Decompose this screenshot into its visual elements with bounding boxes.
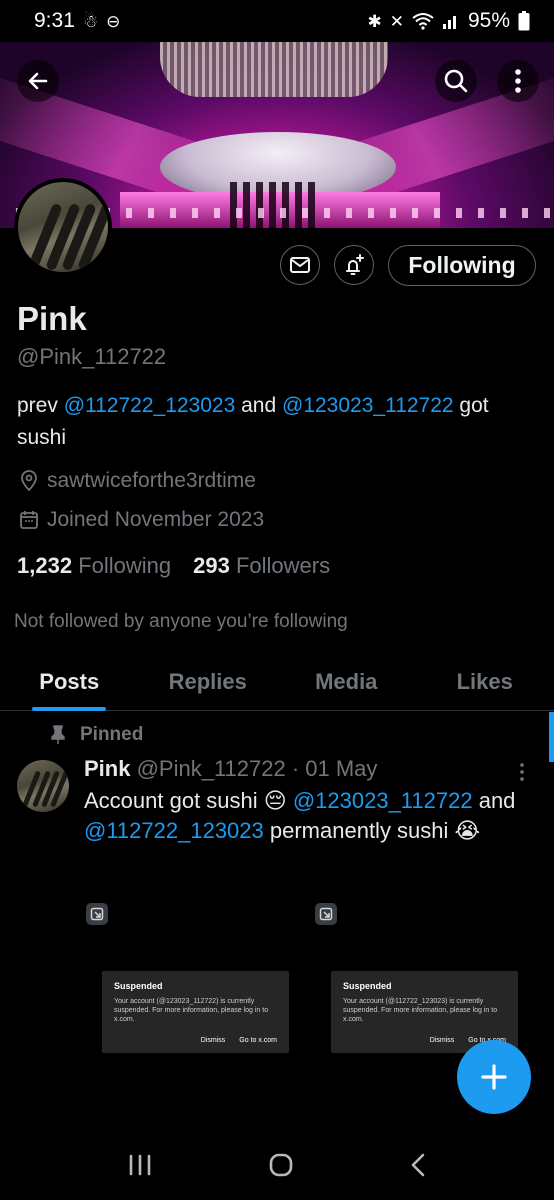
post-mention-link[interactable]: @112722_123023 xyxy=(84,818,264,843)
profile-name: Pink xyxy=(17,300,87,337)
following-button[interactable]: Following xyxy=(388,245,536,286)
external-image-icon xyxy=(90,907,104,921)
post-mention-link[interactable]: @123023_112722 xyxy=(293,788,473,813)
bio-mention-link[interactable]: @112722_123023 xyxy=(64,394,236,417)
tab-replies[interactable]: Replies xyxy=(139,653,278,710)
pinned-text: Pinned xyxy=(80,724,144,745)
battery-percent: 95% xyxy=(467,9,510,32)
more-vertical-icon xyxy=(520,763,524,781)
search-button[interactable] xyxy=(435,60,477,102)
joined-text: Joined November 2023 xyxy=(47,508,265,531)
card-title: Suspended xyxy=(114,981,163,991)
bell-plus-icon xyxy=(346,254,364,275)
status-left: 9:31 ☃ ⊖ xyxy=(34,9,120,33)
profile-location: sawtwiceforthe3rdtime xyxy=(19,469,256,493)
status-time: 9:31 xyxy=(34,9,75,32)
post-text-part: permanently sushi 😭 xyxy=(263,818,481,843)
following-label: Following xyxy=(78,553,172,578)
pin-icon xyxy=(51,725,65,744)
image-alt-icon[interactable] xyxy=(86,903,108,925)
status-bar: 9:31 ☃ ⊖ ✱ ✕ 95% xyxy=(0,0,554,42)
scrollbar[interactable] xyxy=(549,712,554,762)
card-body: Your account (@123023_112722) is current… xyxy=(114,998,269,1023)
tab-posts[interactable]: Posts xyxy=(0,653,139,710)
post-more-button[interactable] xyxy=(519,762,525,788)
tab-likes[interactable]: Likes xyxy=(416,653,554,710)
calendar-icon xyxy=(20,511,38,529)
post-image-suspended-card[interactable]: Suspended Your account (@123023_112722) … xyxy=(102,971,289,1053)
banner-performers xyxy=(230,182,320,228)
more-button[interactable] xyxy=(497,60,539,102)
profile-handle: @Pink_112722 xyxy=(17,344,167,369)
post-avatar[interactable] xyxy=(17,760,69,812)
dnd-icon: ⊖ xyxy=(106,11,121,31)
card-body: Your account (@112722_123023) is current… xyxy=(343,998,498,1023)
profile-tabs: Posts Replies Media Likes xyxy=(0,653,554,711)
dismiss-label: Dismiss xyxy=(200,1037,226,1044)
banner-chandelier xyxy=(160,42,388,97)
followers-you-know: Not followed by anyone you’re following xyxy=(14,611,348,632)
notifications-button[interactable] xyxy=(334,245,374,285)
following-count: 1,232 xyxy=(17,553,73,578)
wifi-icon xyxy=(412,13,434,30)
external-image-icon xyxy=(319,907,333,921)
message-button[interactable] xyxy=(280,245,320,285)
battery-icon xyxy=(518,11,530,31)
bio-text: prev xyxy=(17,394,64,417)
card-actions: Dismiss Go to x.com xyxy=(201,1037,277,1044)
profile-joined: Joined November 2023 xyxy=(19,508,264,532)
pinned-label: Pinned xyxy=(50,724,143,746)
system-nav-bar xyxy=(0,1130,554,1200)
bio-text: and xyxy=(235,394,282,417)
dismiss-label: Dismiss xyxy=(429,1037,455,1044)
location-text: sawtwiceforthe3rdtime xyxy=(47,469,256,492)
status-right: ✱ ✕ 95% xyxy=(367,9,530,33)
back-arrow-icon xyxy=(28,72,48,90)
tab-media[interactable]: Media xyxy=(277,653,416,710)
signal-icon xyxy=(442,16,456,29)
notification-icon: ☃ xyxy=(82,11,99,31)
following-count-link[interactable]: 1,232 Following xyxy=(17,553,171,579)
image-alt-icon[interactable] xyxy=(315,903,337,925)
post-handle-time: @Pink_112722 · 01 May xyxy=(130,756,378,781)
post-text-part: Account got sushi 😔 xyxy=(84,788,293,813)
mail-icon xyxy=(290,257,310,273)
goto-label: Go to x.com xyxy=(239,1037,277,1044)
post-header: Pink @Pink_112722 · 01 May xyxy=(84,756,377,782)
back-icon[interactable] xyxy=(410,1153,426,1177)
more-vertical-icon xyxy=(515,69,521,93)
followers-count-link[interactable]: 293 Followers xyxy=(193,553,330,579)
follow-counts: 1,232 Following 293 Followers xyxy=(17,553,330,579)
back-button[interactable] xyxy=(17,60,59,102)
followers-count: 293 xyxy=(193,553,230,578)
plus-icon xyxy=(481,1064,507,1090)
home-icon[interactable] xyxy=(268,1152,294,1178)
post-text: Account got sushi 😔 @123023_112722 and @… xyxy=(84,786,534,846)
search-icon xyxy=(444,69,468,93)
followers-label: Followers xyxy=(235,553,331,578)
card-title: Suspended xyxy=(343,981,392,991)
bio-mention-link[interactable]: @123023_112722 xyxy=(282,394,454,417)
compose-button[interactable] xyxy=(457,1040,531,1114)
bluetooth-icon: ✱ xyxy=(367,11,382,31)
recent-apps-icon[interactable] xyxy=(128,1154,152,1176)
location-pin-icon xyxy=(21,470,37,492)
mute-icon: ✕ xyxy=(389,11,404,31)
profile-avatar[interactable] xyxy=(14,178,112,276)
profile-bio: prev @112722_123023 and @123023_112722 g… xyxy=(17,390,537,454)
post-author[interactable]: Pink xyxy=(84,756,130,781)
post-text-part: and xyxy=(472,788,516,813)
